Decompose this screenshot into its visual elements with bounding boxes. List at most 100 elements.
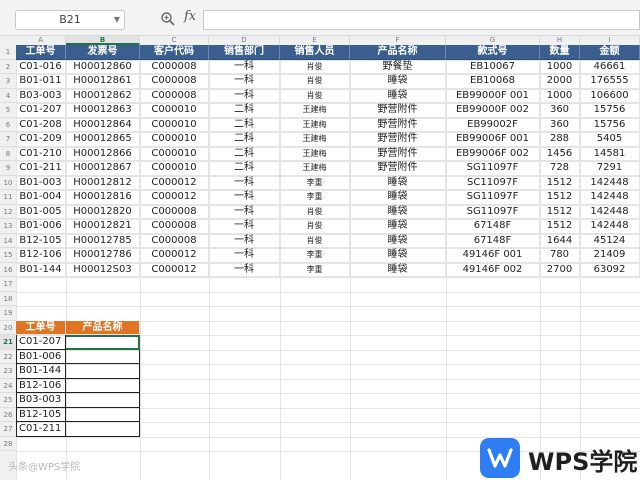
row-header-1[interactable]: 1 [0, 45, 16, 60]
table-cell[interactable]: C000012 [140, 262, 209, 277]
table-cell[interactable]: EB99006F 002 [446, 146, 540, 161]
table-cell[interactable]: 一科 [209, 233, 280, 248]
column-header-c[interactable]: C [140, 36, 209, 45]
row-header-12[interactable]: 12 [0, 205, 16, 219]
table-cell[interactable]: 一科 [209, 219, 280, 234]
table-cell[interactable]: 728 [540, 161, 580, 176]
table-cell[interactable]: H00012862 [66, 88, 140, 103]
table-cell[interactable]: 360 [540, 103, 580, 118]
table-header-cell[interactable]: 金额 [580, 45, 640, 60]
table-cell[interactable]: C01-209 [16, 132, 66, 147]
table-cell[interactable]: 一科 [209, 175, 280, 190]
table-cell[interactable]: C000010 [140, 132, 209, 147]
table-cell[interactable]: 1512 [540, 190, 580, 205]
table-cell[interactable]: H00012812 [66, 175, 140, 190]
formula-input[interactable] [203, 10, 640, 30]
table-cell[interactable]: H00012863 [66, 103, 140, 118]
active-cell[interactable] [66, 335, 140, 350]
column-header-b[interactable]: B [66, 36, 140, 45]
table-cell[interactable]: B03-003 [16, 88, 66, 103]
table-cell[interactable]: 王建梅 [280, 161, 350, 176]
table-cell[interactable]: 二科 [209, 103, 280, 118]
table-cell[interactable]: H00012820 [66, 204, 140, 219]
table-cell[interactable]: C01-210 [16, 146, 66, 161]
table-cell[interactable]: 肖俊 [280, 233, 350, 248]
lookup-product-cell[interactable] [66, 407, 140, 422]
table-cell[interactable]: C000008 [140, 59, 209, 74]
table-cell[interactable]: H00012816 [66, 190, 140, 205]
row-header-16[interactable]: 16 [0, 263, 16, 277]
chevron-down-icon[interactable]: ▼ [114, 11, 120, 29]
table-cell[interactable]: 142448 [580, 190, 640, 205]
lookup-id-cell[interactable]: B03-003 [16, 393, 66, 408]
table-cell[interactable]: B12-105 [16, 233, 66, 248]
table-cell[interactable]: H00012786 [66, 248, 140, 263]
table-cell[interactable]: C01-208 [16, 117, 66, 132]
table-cell[interactable]: 李重 [280, 190, 350, 205]
table-cell[interactable]: SG11097F [446, 161, 540, 176]
table-cell[interactable]: 45124 [580, 233, 640, 248]
table-cell[interactable]: 67148F [446, 219, 540, 234]
table-cell[interactable]: 5405 [580, 132, 640, 147]
table-cell[interactable]: EB99000F 002 [446, 103, 540, 118]
table-cell[interactable]: 李重 [280, 175, 350, 190]
table-cell[interactable]: 王建梅 [280, 146, 350, 161]
table-cell[interactable]: 王建梅 [280, 117, 350, 132]
row-header-10[interactable]: 10 [0, 176, 16, 190]
table-cell[interactable]: 1512 [540, 204, 580, 219]
table-cell[interactable]: 176555 [580, 74, 640, 89]
table-cell[interactable]: EB99000F 001 [446, 88, 540, 103]
table-cell[interactable]: 肖俊 [280, 59, 350, 74]
table-cell[interactable]: 142448 [580, 219, 640, 234]
table-cell[interactable]: EB99002F [446, 117, 540, 132]
table-cell[interactable]: C000010 [140, 103, 209, 118]
row-header-9[interactable]: 9 [0, 161, 16, 176]
table-cell[interactable]: 睡袋 [350, 74, 446, 89]
column-header-e[interactable]: E [280, 36, 350, 45]
row-header-26[interactable]: 26 [0, 408, 16, 422]
table-cell[interactable]: 15756 [580, 117, 640, 132]
table-cell[interactable]: 142448 [580, 175, 640, 190]
table-cell[interactable]: 李重 [280, 262, 350, 277]
table-cell[interactable]: SC11097F [446, 175, 540, 190]
row-header-15[interactable]: 15 [0, 248, 16, 263]
column-header-d[interactable]: D [209, 36, 280, 45]
table-header-cell[interactable]: 款式号 [446, 45, 540, 60]
lookup-product-cell[interactable] [66, 364, 140, 379]
table-cell[interactable]: C000008 [140, 233, 209, 248]
table-cell[interactable]: B01-003 [16, 175, 66, 190]
table-cell[interactable]: 睡袋 [350, 88, 446, 103]
table-cell[interactable]: H00012861 [66, 74, 140, 89]
table-cell[interactable]: H00012785 [66, 233, 140, 248]
lookup-product-cell[interactable] [66, 422, 140, 437]
table-cell[interactable]: 1512 [540, 175, 580, 190]
table-cell[interactable]: 49146F 001 [446, 248, 540, 263]
row-header-14[interactable]: 14 [0, 234, 16, 248]
table-cell[interactable]: 一科 [209, 248, 280, 263]
table-cell[interactable]: H00012866 [66, 146, 140, 161]
table-cell[interactable]: 睡袋 [350, 219, 446, 234]
row-header-17[interactable]: 17 [0, 277, 16, 292]
table-cell[interactable]: 360 [540, 117, 580, 132]
table-cell[interactable]: 睡袋 [350, 233, 446, 248]
table-cell[interactable]: 睡袋 [350, 175, 446, 190]
table-cell[interactable]: 106600 [580, 88, 640, 103]
table-cell[interactable]: 二科 [209, 132, 280, 147]
table-cell[interactable]: 野营附件 [350, 103, 446, 118]
table-cell[interactable]: 14581 [580, 146, 640, 161]
table-cell[interactable]: 1644 [540, 233, 580, 248]
table-cell[interactable]: C000010 [140, 161, 209, 176]
row-header-22[interactable]: 22 [0, 350, 16, 364]
table-cell[interactable]: B01-144 [16, 262, 66, 277]
table-cell[interactable]: 野营附件 [350, 117, 446, 132]
table-cell[interactable]: H00012865 [66, 132, 140, 147]
table-cell[interactable]: 二科 [209, 161, 280, 176]
table-cell[interactable]: C000008 [140, 88, 209, 103]
table-cell[interactable]: B01-006 [16, 219, 66, 234]
table-header-cell[interactable]: 产品名称 [350, 45, 446, 60]
table-cell[interactable]: EB10068 [446, 74, 540, 89]
table-cell[interactable]: 一科 [209, 88, 280, 103]
row-header-5[interactable]: 5 [0, 103, 16, 118]
table-cell[interactable]: H00012867 [66, 161, 140, 176]
table-header-cell[interactable]: 发票号 [66, 45, 140, 60]
